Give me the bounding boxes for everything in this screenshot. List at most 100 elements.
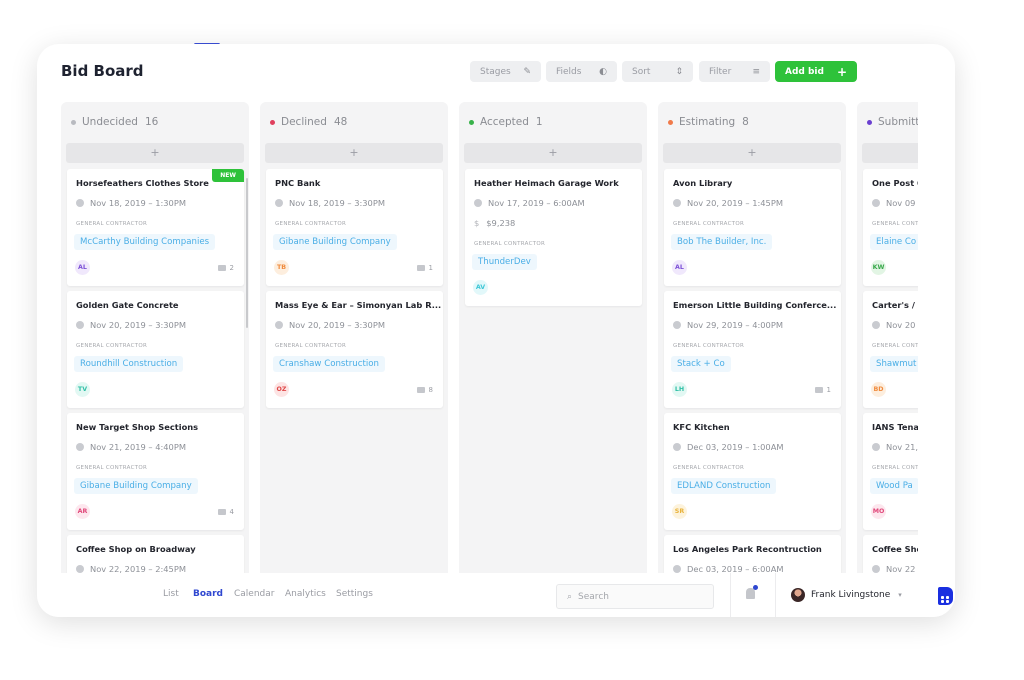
add-card-button[interactable]: + xyxy=(265,143,443,163)
bid-card[interactable]: PNC Bank Nov 18, 2019 – 3:30PM GENERAL CON… xyxy=(266,169,443,286)
bid-card[interactable]: Coffee Shop Nov 22 xyxy=(863,535,918,573)
card-amount: $ $9,238 xyxy=(474,218,515,228)
stage-dot-icon xyxy=(469,119,474,125)
card-date: Nov 22, 2019 – 2:45PM xyxy=(76,564,186,573)
comment-count[interactable]: 4 xyxy=(217,508,234,516)
bid-card[interactable]: New Target Shop Sections Nov 21, 2019 – 4… xyxy=(67,413,244,530)
card-title: New Target Shop Sections xyxy=(76,422,199,432)
add-bid-label: Add bid xyxy=(785,66,824,77)
card-date: Nov 18, 2019 – 1:30PM xyxy=(76,198,186,208)
comment-number: 8 xyxy=(428,386,433,394)
card-title: Heather Heimach Garage Work xyxy=(474,178,619,188)
stages-button[interactable]: Stages ✎ xyxy=(470,61,541,82)
nav-list[interactable]: List xyxy=(163,589,179,599)
contractor-tag[interactable]: EDLAND Construction xyxy=(671,478,777,494)
card-date: Nov 20, 2019 – 3:30PM xyxy=(76,320,186,330)
bid-card[interactable]: Mass Eye & Ear – Simonyan Lab R... Nov 20… xyxy=(266,291,443,408)
date-text: Dec 03, 2019 – 6:00AM xyxy=(687,564,784,573)
fields-button[interactable]: Fields ◐ xyxy=(546,61,617,82)
comment-count[interactable]: 1 xyxy=(416,264,433,272)
stage-dot-icon xyxy=(867,119,872,125)
comment-number: 1 xyxy=(826,386,831,394)
bid-card[interactable]: Los Angeles Park Recontruction Dec 03, 20… xyxy=(664,535,841,573)
user-menu[interactable]: Frank Livingstone ▾ xyxy=(791,588,902,602)
edit-icon: ✎ xyxy=(523,66,531,77)
card-date: Nov 22 xyxy=(872,564,915,573)
nav-calendar[interactable]: Calendar xyxy=(234,589,274,599)
add-card-button[interactable]: + xyxy=(66,143,244,163)
bid-card[interactable]: IANS Tenant Nov 21, GENERAL CONTRACTOR Wood… xyxy=(863,413,918,530)
amount-text: $9,238 xyxy=(486,218,516,228)
board: Undecided 16 + Horsefeathers Clothes Store N… xyxy=(61,102,918,573)
card-title: Mass Eye & Ear – Simonyan Lab R... xyxy=(275,300,442,310)
comment-icon xyxy=(217,265,226,271)
contractor-tag[interactable]: Gibane Building Company xyxy=(273,234,397,250)
contractor-label: GENERAL CONTRACTOR xyxy=(76,465,148,471)
date-text: Nov 20, 2019 – 3:30PM xyxy=(90,320,186,330)
date-text: Nov 22 xyxy=(886,564,916,573)
card-title: Carter's / xyxy=(872,300,915,310)
bid-card[interactable]: Horsefeathers Clothes Store Nov 18, 2019 … xyxy=(67,169,244,286)
scrollbar[interactable] xyxy=(246,178,248,328)
contractor-label: GENERAL CONTRACTOR xyxy=(872,465,918,471)
contractor-label: GENERAL CONTRACTOR xyxy=(872,343,918,349)
filter-icon: ≡ xyxy=(752,66,760,77)
contractor-tag[interactable]: Cranshaw Construction xyxy=(273,356,385,372)
clock-icon xyxy=(76,321,84,329)
clock-icon xyxy=(673,321,681,329)
contractor-tag[interactable]: Shawmut xyxy=(870,356,918,372)
contractor-tag[interactable]: Elaine Co xyxy=(870,234,918,250)
add-card-button[interactable]: + xyxy=(663,143,841,163)
date-text: Nov 20, 2019 – 1:45PM xyxy=(687,198,783,208)
nav-settings[interactable]: Settings xyxy=(336,589,373,599)
comment-icon xyxy=(416,387,425,393)
card-date: Nov 29, 2019 – 4:00PM xyxy=(673,320,783,330)
app-window: Bid Board Stages ✎ Fields ◐ Sort ⇕ Filter ≡ … xyxy=(37,44,955,617)
filter-button[interactable]: Filter ≡ xyxy=(699,61,770,82)
logo-icon xyxy=(938,587,953,605)
comment-icon xyxy=(416,265,425,271)
date-text: Nov 21, 2019 – 4:40PM xyxy=(90,442,186,452)
fields-label: Fields xyxy=(556,66,582,77)
sort-button[interactable]: Sort ⇕ xyxy=(622,61,693,82)
contractor-tag[interactable]: Bob The Builder, Inc. xyxy=(671,234,773,250)
contractor-tag[interactable]: ThunderDev xyxy=(472,254,537,270)
card-date: Nov 21, xyxy=(872,442,918,452)
contractor-tag[interactable]: Roundhill Construction xyxy=(74,356,184,372)
add-card-button[interactable]: + xyxy=(464,143,642,163)
bid-card[interactable]: KFC Kitchen Dec 03, 2019 – 1:00AM GENERAL … xyxy=(664,413,841,530)
avatar: OZ xyxy=(274,382,289,397)
bid-card[interactable]: Coffee Shop on Broadway Nov 22, 2019 – 2:… xyxy=(67,535,244,573)
bell-icon[interactable] xyxy=(746,585,758,599)
contractor-tag[interactable]: Wood Pa xyxy=(870,478,918,494)
contractor-tag[interactable]: McCarthy Building Companies xyxy=(74,234,216,250)
bottom-bar: List Board Calendar Analytics Settings ⌕ Sear… xyxy=(37,573,955,617)
card-title: PNC Bank xyxy=(275,178,321,188)
clock-icon xyxy=(76,565,84,573)
column-header: Accepted 1 xyxy=(469,116,543,128)
stage-dot-icon xyxy=(71,119,76,125)
comment-count[interactable]: 1 xyxy=(814,386,831,394)
avatar: AL xyxy=(75,260,90,275)
column-accepted: Accepted 1 + Heather Heimach Garage Work Nov… xyxy=(459,102,647,573)
comment-count[interactable]: 8 xyxy=(416,386,433,394)
comment-count[interactable]: 2 xyxy=(217,264,234,272)
add-bid-button[interactable]: Add bid + xyxy=(775,61,857,82)
date-text: Nov 22, 2019 – 2:45PM xyxy=(90,564,186,573)
bid-card[interactable]: Emerson Little Building Conferce... Nov 2… xyxy=(664,291,841,408)
nav-analytics[interactable]: Analytics xyxy=(285,589,326,599)
search-input[interactable]: ⌕ Search xyxy=(556,584,714,609)
bid-card[interactable]: Carter's / Nov 20 GENERAL CONTRACTOR Shawmu… xyxy=(863,291,918,408)
contractor-tag[interactable]: Gibane Building Company xyxy=(74,478,198,494)
bid-card[interactable]: Avon Library Nov 20, 2019 – 1:45PM GENERAL… xyxy=(664,169,841,286)
contractor-tag[interactable]: Stack + Co xyxy=(671,356,731,372)
sort-icon: ⇕ xyxy=(675,66,683,77)
bid-card[interactable]: Golden Gate Concrete Nov 20, 2019 – 3:30P… xyxy=(67,291,244,408)
add-card-button[interactable]: + xyxy=(862,143,918,163)
bid-card[interactable]: One Post Office Nov 09 GENERAL CONTRACTOR E… xyxy=(863,169,918,286)
nav-board[interactable]: Board xyxy=(193,589,223,599)
column-header: Submitted xyxy=(867,116,918,128)
bid-card[interactable]: Heather Heimach Garage Work Nov 17, 2019 … xyxy=(465,169,642,306)
comment-number: 1 xyxy=(428,264,433,272)
card-title: Coffee Shop xyxy=(872,544,918,554)
